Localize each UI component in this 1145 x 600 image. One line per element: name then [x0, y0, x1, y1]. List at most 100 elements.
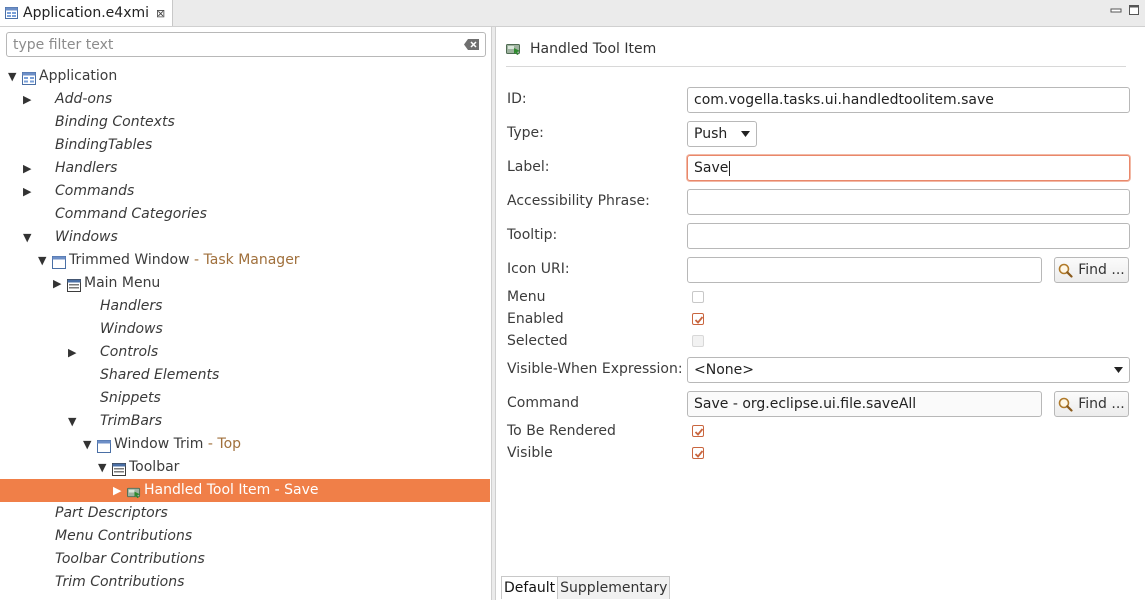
label-field-value: Save: [694, 160, 729, 176]
visible-when-expression-select[interactable]: <None>: [687, 357, 1130, 383]
expanded-twisty-icon[interactable]: ▼: [38, 249, 50, 272]
search-icon: [1058, 397, 1073, 412]
tree-node-controls[interactable]: ▶ Controls: [0, 341, 490, 364]
tree-node-shared-elements[interactable]: Shared Elements: [0, 364, 490, 387]
selected-checkbox[interactable]: [692, 335, 704, 347]
tree-node-text: BindingTables: [55, 137, 153, 153]
tree-node-label: Handlers: [55, 157, 117, 180]
tree-node-binding-contexts[interactable]: Binding Contexts: [0, 111, 490, 134]
tree-node-trimbars[interactable]: ▼ TrimBars: [0, 410, 490, 433]
enabled-checkbox[interactable]: [692, 313, 704, 325]
expanded-twisty-icon[interactable]: ▼: [23, 226, 35, 249]
details-header: Handled Tool Item: [506, 39, 656, 59]
tree-node-text: Trim Contributions: [55, 574, 185, 590]
tree-node-label: Part Descriptors: [55, 502, 168, 525]
tree-node-text: Snippets: [100, 390, 161, 406]
tree-node-label: Windows: [55, 226, 118, 249]
collapsed-twisty-icon[interactable]: ▶: [23, 88, 35, 111]
tree-node-label: Application: [39, 65, 117, 88]
tree-node-toolbar[interactable]: ▼ Toolbar: [0, 456, 490, 479]
tree-node-menu-contributions[interactable]: Menu Contributions: [0, 525, 490, 548]
tree-node-window-trim[interactable]: ▼ Window Trim - Top: [0, 433, 490, 456]
tooltip-label: Tooltip:: [507, 227, 558, 243]
maximize-icon[interactable]: [1128, 4, 1140, 16]
menu-icon: [67, 277, 81, 292]
tree-node-text: Shared Elements: [100, 367, 220, 383]
tree-node-text: Controls: [100, 344, 159, 360]
tab-default[interactable]: Default: [501, 576, 558, 599]
to-be-rendered-checkbox[interactable]: [692, 425, 704, 437]
expanded-twisty-icon[interactable]: ▼: [68, 410, 80, 433]
tree-node-handlers[interactable]: ▶ Handlers: [0, 157, 490, 180]
visible-when-expression-label: Visible-When Expression:: [507, 361, 683, 377]
tree-node-text: Windows: [100, 321, 163, 337]
icon-uri-field[interactable]: [687, 257, 1042, 283]
command-label: Command: [507, 395, 579, 411]
menu-label: Menu: [507, 289, 546, 305]
tab-supplementary[interactable]: Supplementary: [557, 576, 671, 599]
expanded-twisty-icon[interactable]: ▼: [83, 433, 95, 456]
tooltip-field[interactable]: [687, 223, 1130, 249]
id-field[interactable]: com.vogella.tasks.ui.handledtoolitem.sav…: [687, 87, 1130, 113]
tree-node-snippets[interactable]: Snippets: [0, 387, 490, 410]
tree-node-toolbar-contributions[interactable]: Toolbar Contributions: [0, 548, 490, 571]
tree-node-text: Handled Tool Item - Save: [144, 482, 319, 498]
expanded-twisty-icon[interactable]: ▼: [98, 456, 110, 479]
tree-node-trimmed-window[interactable]: ▼ Trimmed Window - Task Manager: [0, 249, 490, 272]
tree-node-commands[interactable]: ▶ Commands: [0, 180, 490, 203]
minimize-icon[interactable]: [1110, 4, 1122, 16]
tree-node-windows[interactable]: ▼ Windows: [0, 226, 490, 249]
collapsed-twisty-icon[interactable]: ▶: [113, 479, 125, 502]
tree-node-text: Handlers: [55, 160, 118, 176]
tree-node-windows[interactable]: Windows: [0, 318, 490, 341]
visible-checkbox[interactable]: [692, 447, 704, 459]
selected-label: Selected: [507, 333, 568, 349]
tree-node-text: Window Trim: [114, 436, 204, 452]
tree-node-label: Command Categories: [55, 203, 207, 226]
tree-node-trim-contributions[interactable]: Trim Contributions: [0, 571, 490, 594]
tree-node-handled-tool-item-save[interactable]: ▶ Handled Tool Item - Save: [0, 479, 490, 502]
editor-tab-application[interactable]: Application.e4xmi ⊠: [0, 0, 173, 26]
tree-node-text: Command Categories: [55, 206, 207, 222]
filter-input[interactable]: [13, 36, 453, 54]
collapsed-twisty-icon[interactable]: ▶: [23, 180, 35, 203]
collapsed-twisty-icon[interactable]: ▶: [68, 341, 80, 364]
collapsed-twisty-icon[interactable]: ▶: [23, 157, 35, 180]
type-select[interactable]: Push: [687, 121, 757, 147]
command-find-button[interactable]: Find ...: [1054, 391, 1129, 417]
icon-uri-label: Icon URI:: [507, 261, 570, 277]
tree-node-text: Commands: [55, 183, 135, 199]
tree-node-command-categories[interactable]: Command Categories: [0, 203, 490, 226]
tree-node-decoration: - Task Manager: [189, 252, 300, 268]
find-button-label: Find ...: [1078, 262, 1125, 278]
close-icon[interactable]: ⊠: [156, 7, 165, 20]
application-icon: [22, 70, 36, 85]
menu-checkbox[interactable]: [692, 291, 704, 303]
type-select-value: Push: [694, 126, 728, 142]
tree-node-label: Controls: [100, 341, 158, 364]
collapsed-twisty-icon[interactable]: ▶: [53, 272, 65, 295]
accessibility-phrase-field[interactable]: [687, 189, 1130, 215]
window-icon: [52, 254, 66, 269]
tree-node-label: BindingTables: [55, 134, 152, 157]
expanded-twisty-icon[interactable]: ▼: [8, 65, 20, 88]
tree-node-label: Trim Contributions: [55, 571, 184, 594]
tree-node-bindingtables[interactable]: BindingTables: [0, 134, 490, 157]
id-label: ID:: [507, 91, 527, 107]
tree-node-label: Add-ons: [55, 88, 112, 111]
editor-tab-title: Application.e4xmi: [23, 5, 150, 21]
tree-node-add-ons[interactable]: ▶ Add-ons: [0, 88, 490, 111]
tree-node-part-descriptors[interactable]: Part Descriptors: [0, 502, 490, 525]
tree-node-application[interactable]: ▼ Application: [0, 65, 490, 88]
clear-filter-icon[interactable]: [464, 39, 480, 50]
to-be-rendered-label: To Be Rendered: [507, 423, 616, 439]
tree-node-text: TrimBars: [100, 413, 162, 429]
tree-node-text: Main Menu: [84, 275, 161, 291]
tree-node-main-menu[interactable]: ▶ Main Menu: [0, 272, 490, 295]
icon-uri-find-button[interactable]: Find ...: [1054, 257, 1129, 283]
tree-node-handlers[interactable]: Handlers: [0, 295, 490, 318]
label-field[interactable]: Save: [687, 155, 1130, 181]
tree-node-text: Menu Contributions: [55, 528, 193, 544]
tree-node-text: Binding Contexts: [55, 114, 175, 130]
command-field[interactable]: Save - org.eclipse.ui.file.saveAll: [687, 391, 1042, 417]
